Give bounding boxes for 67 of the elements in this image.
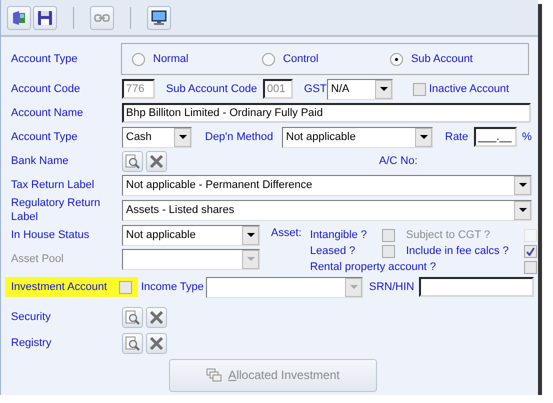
windows-icon xyxy=(206,368,222,382)
field-label: SRN/HIN xyxy=(369,281,414,293)
field-label: Asset: xyxy=(271,227,303,239)
save-button[interactable] xyxy=(33,6,57,30)
close-icon xyxy=(149,336,164,350)
input-field[interactable] xyxy=(419,277,534,297)
checkbox[interactable] xyxy=(524,244,537,258)
checkmark-icon xyxy=(526,246,535,256)
chain-icon xyxy=(94,12,110,22)
search-button[interactable] xyxy=(122,332,143,354)
field-label: Inactive Account xyxy=(429,83,510,95)
field-label: Account Type xyxy=(11,53,78,65)
field-label: Account Code xyxy=(11,83,82,95)
input-field[interactable]: ___.__ xyxy=(474,127,517,147)
field-label: Investment Account xyxy=(11,281,108,293)
close-icon xyxy=(149,154,164,168)
checkbox-label: Include in fee calcs ? xyxy=(406,245,510,257)
search-icon xyxy=(125,310,140,324)
field-label: Security xyxy=(11,311,52,323)
field-label: Bank Name xyxy=(11,155,70,167)
door-icon xyxy=(11,10,27,26)
checkbox-label: Leased ? xyxy=(310,245,356,257)
field-label: Dep'n Method xyxy=(204,131,274,143)
search-icon xyxy=(125,154,140,168)
input-field[interactable]: Bhp Billiton Limited - Ordinary Fully Paid xyxy=(122,103,531,123)
search-icon xyxy=(125,336,140,350)
checkbox-label: Intangible ? xyxy=(310,229,368,241)
select-field[interactable]: Assets - Listed shares xyxy=(122,200,532,220)
field-label: Registry xyxy=(11,337,52,349)
save-icon xyxy=(37,10,53,26)
close-icon xyxy=(149,310,164,324)
select-field[interactable]: Not applicable xyxy=(122,224,260,246)
search-button[interactable] xyxy=(122,306,143,328)
field-label: Regulatory Return Label xyxy=(11,196,102,224)
checkbox[interactable] xyxy=(119,280,132,294)
checkbox[interactable] xyxy=(524,260,537,274)
checkbox[interactable] xyxy=(382,244,395,258)
field-label: Asset Pool xyxy=(11,253,65,265)
field-label: GST xyxy=(303,83,327,95)
select-field[interactable]: Not applicable - Permanent Difference xyxy=(122,174,532,196)
select-field[interactable]: Not applicable xyxy=(282,126,433,148)
field-label: A/C No: xyxy=(379,155,418,167)
monitor-button[interactable] xyxy=(147,6,171,30)
radio-option[interactable]: Sub Account xyxy=(390,52,528,66)
radio-option[interactable]: Control xyxy=(262,52,390,66)
radio-option[interactable]: Normal xyxy=(122,52,262,66)
monitor-icon xyxy=(151,10,167,26)
select-field[interactable]: Cash xyxy=(122,126,192,148)
field-label: Income Type xyxy=(140,281,205,293)
field-label: Account Type xyxy=(11,131,78,143)
checkbox-label: Rental property account ? xyxy=(310,261,437,273)
unit-label: % xyxy=(522,131,532,143)
exit-button[interactable] xyxy=(7,6,31,30)
field-label: Rate xyxy=(444,131,470,143)
search-button[interactable] xyxy=(122,150,143,172)
link-button[interactable] xyxy=(90,6,114,30)
select-field[interactable]: N/A xyxy=(327,78,393,100)
clear-button[interactable] xyxy=(146,150,167,172)
checkbox-label: Subject to CGT ? xyxy=(406,229,492,241)
clear-button[interactable] xyxy=(146,332,167,354)
checkbox[interactable] xyxy=(382,228,395,242)
field-label: Tax Return Label xyxy=(11,179,96,191)
field-label: Sub Account Code xyxy=(165,83,258,95)
clear-button[interactable] xyxy=(146,306,167,328)
checkbox[interactable] xyxy=(413,82,426,96)
field-label: Account Name xyxy=(11,107,84,119)
field-label: In House Status xyxy=(11,229,90,241)
